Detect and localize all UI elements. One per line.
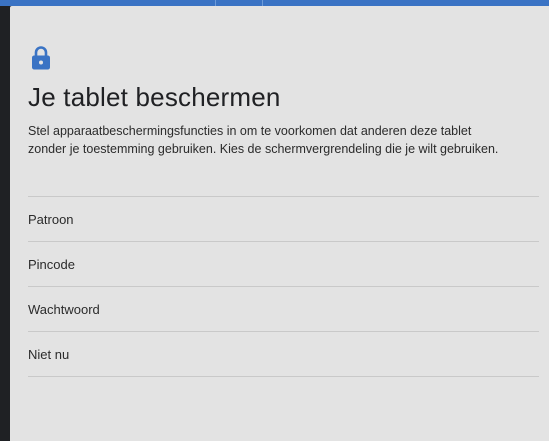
option-label: Patroon [28,211,74,227]
lock-icon [32,46,50,70]
page-title: Je tablet beschermen [28,82,281,112]
option-password[interactable]: Wachtwoord [28,287,539,332]
option-pin[interactable]: Pincode [28,242,539,287]
lock-options-list: Patroon Pincode Wachtwoord Niet nu [28,196,539,377]
option-label: Niet nu [28,346,70,362]
page-description: Stel apparaatbeschermingsfuncties in om … [28,124,499,156]
option-pattern[interactable]: Patroon [28,197,539,242]
option-label: Pincode [28,256,75,272]
option-not-now[interactable]: Niet nu [28,332,539,377]
option-label: Wachtwoord [28,301,100,317]
